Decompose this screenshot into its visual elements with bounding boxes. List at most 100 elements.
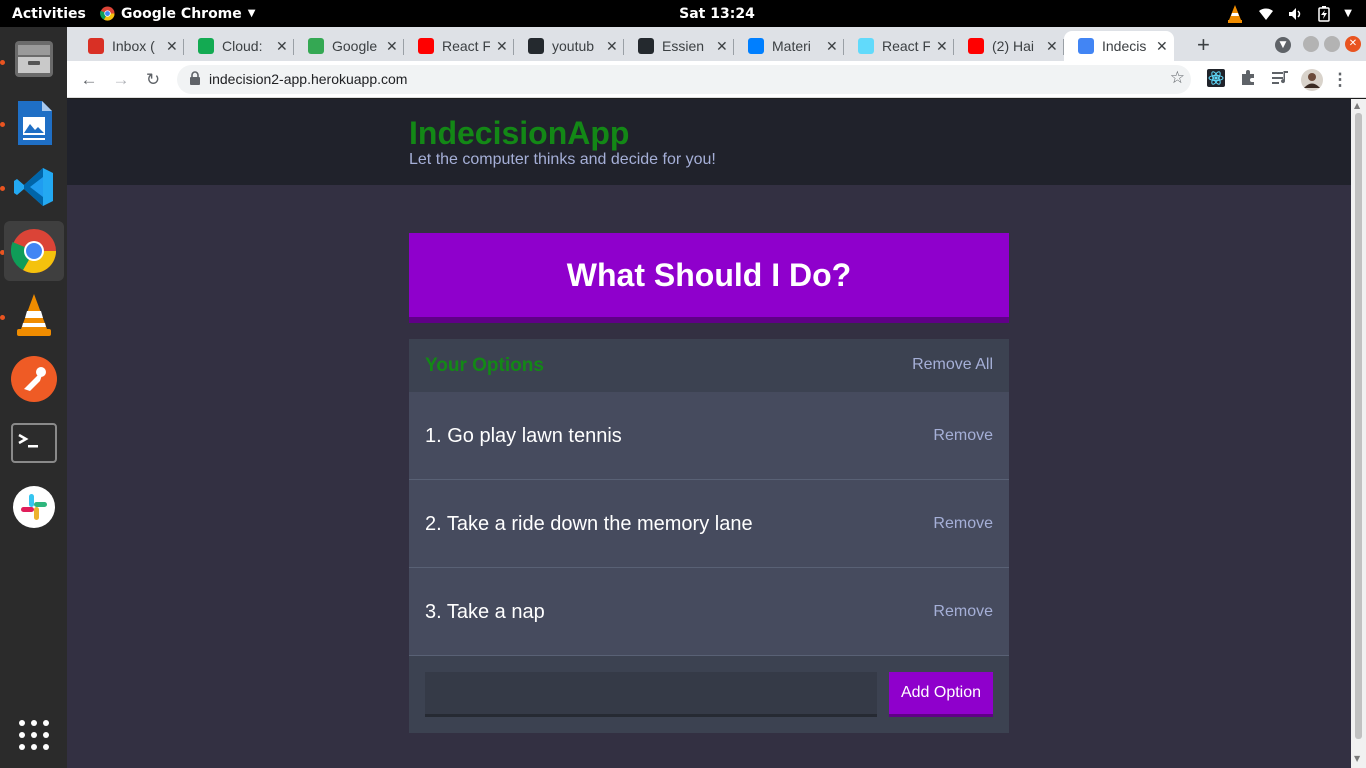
close-tab-icon[interactable]: ✕ — [716, 38, 728, 55]
tab[interactable]: (2) Hai ✕ — [954, 31, 1064, 61]
close-tab-icon[interactable]: ✕ — [276, 38, 288, 55]
tab[interactable]: React F ✕ — [404, 31, 514, 61]
option-item: 1. Go play lawn tennis Remove — [409, 392, 1009, 480]
option-text: 2. Take a ride down the memory lane — [425, 513, 753, 535]
option-text: 3. Take a nap — [425, 601, 545, 623]
new-tab-button[interactable]: + — [1197, 32, 1210, 58]
tab[interactable]: React F ✕ — [844, 31, 954, 61]
battery-icon[interactable] — [1318, 5, 1331, 22]
options-header: Your Options Remove All — [409, 339, 1009, 392]
remove-option-button[interactable]: Remove — [933, 603, 993, 621]
options-title: Your Options — [425, 355, 544, 376]
vlc-tray-icon[interactable] — [1226, 4, 1244, 24]
app-title: IndecisionApp — [409, 115, 630, 151]
terminal-icon[interactable] — [4, 413, 64, 473]
slack-icon[interactable] — [4, 477, 64, 537]
chrome-icon[interactable] — [4, 221, 64, 281]
github-icon — [528, 38, 544, 54]
close-tab-icon[interactable]: ✕ — [166, 38, 178, 55]
clock[interactable]: Sat 13:24 — [0, 6, 1366, 22]
options-widget: Your Options Remove All 1. Go play lawn … — [409, 339, 1009, 733]
postman-icon[interactable] — [4, 349, 64, 409]
mongodb-icon — [198, 38, 214, 54]
wifi-icon[interactable] — [1258, 7, 1274, 21]
reload-icon[interactable]: ↻ — [142, 69, 164, 91]
remove-option-button[interactable]: Remove — [933, 515, 993, 533]
close-tab-icon[interactable]: ✕ — [826, 38, 838, 55]
tab-strip: Inbox (✕ Cloud: ✕ Google ✕ React F ✕ youtub ✕ Ess… — [67, 27, 1366, 61]
react-icon — [858, 38, 874, 54]
close-tab-icon[interactable]: ✕ — [386, 38, 398, 55]
url-text: indecision2-app.herokuapp.com — [209, 71, 408, 87]
tab-title: (2) Hai — [992, 38, 1035, 54]
tab[interactable]: Inbox ( ✕ — [74, 31, 184, 61]
option-item: 2. Take a ride down the memory lane Remo… — [409, 480, 1009, 568]
option-item: 3. Take a nap Remove — [409, 568, 1009, 656]
media-controls-icon[interactable] — [1269, 69, 1291, 91]
tab[interactable]: youtub ✕ — [514, 31, 624, 61]
bookmark-star-icon[interactable]: ☆ — [1170, 68, 1185, 88]
option-text: 1. Go play lawn tennis — [425, 425, 622, 447]
tab-title: Cloud: — [222, 38, 263, 54]
scrollbar-thumb[interactable] — [1355, 113, 1362, 739]
page-scrollbar[interactable]: ▲ ▼ — [1351, 99, 1366, 768]
vlc-icon[interactable] — [4, 285, 64, 345]
system-top-bar: Activities Google Chrome ▼ Sat 13:24 ▼ — [0, 0, 1366, 27]
google-maps-icon — [308, 38, 324, 54]
react-devtools-extension-icon[interactable] — [1205, 69, 1227, 91]
scroll-up-icon[interactable]: ▲ — [1354, 101, 1360, 110]
youtube-icon — [418, 38, 434, 54]
close-tab-icon[interactable]: ✕ — [606, 38, 618, 55]
close-tab-icon[interactable]: ✕ — [1156, 38, 1168, 55]
tab-title: React F — [442, 38, 490, 54]
close-window-icon[interactable]: ✕ — [1345, 36, 1361, 52]
tab[interactable]: Cloud: ✕ — [184, 31, 294, 61]
tab[interactable]: Essien ✕ — [624, 31, 734, 61]
files-icon[interactable] — [4, 29, 64, 89]
remove-option-button[interactable]: Remove — [933, 427, 993, 445]
add-option-button[interactable]: Add Option — [889, 672, 993, 717]
tab-title: Google — [332, 38, 378, 54]
tab-title: Materi — [772, 38, 811, 54]
close-tab-icon[interactable]: ✕ — [936, 38, 948, 55]
show-apps-icon[interactable] — [4, 705, 64, 765]
address-bar[interactable]: indecision2-app.herokuapp.com ☆ — [177, 65, 1191, 94]
tab-title: React F — [882, 38, 930, 54]
gmail-icon — [88, 38, 104, 54]
profile-avatar[interactable] — [1301, 69, 1323, 91]
close-tab-icon[interactable]: ✕ — [1046, 38, 1058, 55]
remove-all-button[interactable]: Remove All — [912, 356, 993, 374]
option-input[interactable] — [425, 672, 877, 717]
scroll-down-icon[interactable]: ▼ — [1354, 754, 1360, 763]
browser-toolbar: ← → ↻ indecision2-app.herokuapp.com ☆ ⋮ — [67, 61, 1366, 98]
system-tray[interactable]: ▼ — [1226, 4, 1352, 24]
tab-title: youtub — [552, 38, 595, 54]
maximize-icon[interactable] — [1324, 36, 1340, 52]
writer-icon[interactable] — [4, 93, 64, 153]
chrome-menu-icon[interactable]: ⋮ — [1329, 69, 1351, 91]
tab-search-icon[interactable]: ▼ — [1275, 37, 1291, 53]
extensions-puzzle-icon[interactable] — [1237, 69, 1259, 91]
tab-title: Inbox ( — [112, 38, 155, 54]
material-ui-icon — [748, 38, 764, 54]
youtube-icon — [968, 38, 984, 54]
forward-icon[interactable]: → — [110, 69, 132, 91]
volume-icon[interactable] — [1288, 7, 1304, 21]
system-menu-chevron-icon[interactable]: ▼ — [1344, 8, 1352, 19]
tab-title: Essien — [662, 38, 705, 54]
dock — [0, 27, 67, 768]
tab[interactable]: Materi ✕ — [734, 31, 844, 61]
what-should-i-do-button[interactable]: What Should I Do? — [409, 233, 1009, 323]
back-icon[interactable]: ← — [78, 69, 100, 91]
add-option-form: Add Option — [409, 656, 1009, 733]
tab[interactable]: Indecis ✕ — [1064, 31, 1174, 61]
vscode-icon[interactable] — [4, 157, 64, 217]
tab[interactable]: Google ✕ — [294, 31, 404, 61]
chrome-favicon-icon — [1078, 38, 1094, 54]
minimize-icon[interactable] — [1303, 36, 1319, 52]
close-tab-icon[interactable]: ✕ — [496, 38, 508, 55]
app-header: IndecisionApp Let the computer thinks an… — [67, 99, 1351, 185]
github-icon — [638, 38, 654, 54]
web-page: IndecisionApp Let the computer thinks an… — [67, 99, 1351, 768]
tab-title: Indecis — [1102, 38, 1147, 54]
